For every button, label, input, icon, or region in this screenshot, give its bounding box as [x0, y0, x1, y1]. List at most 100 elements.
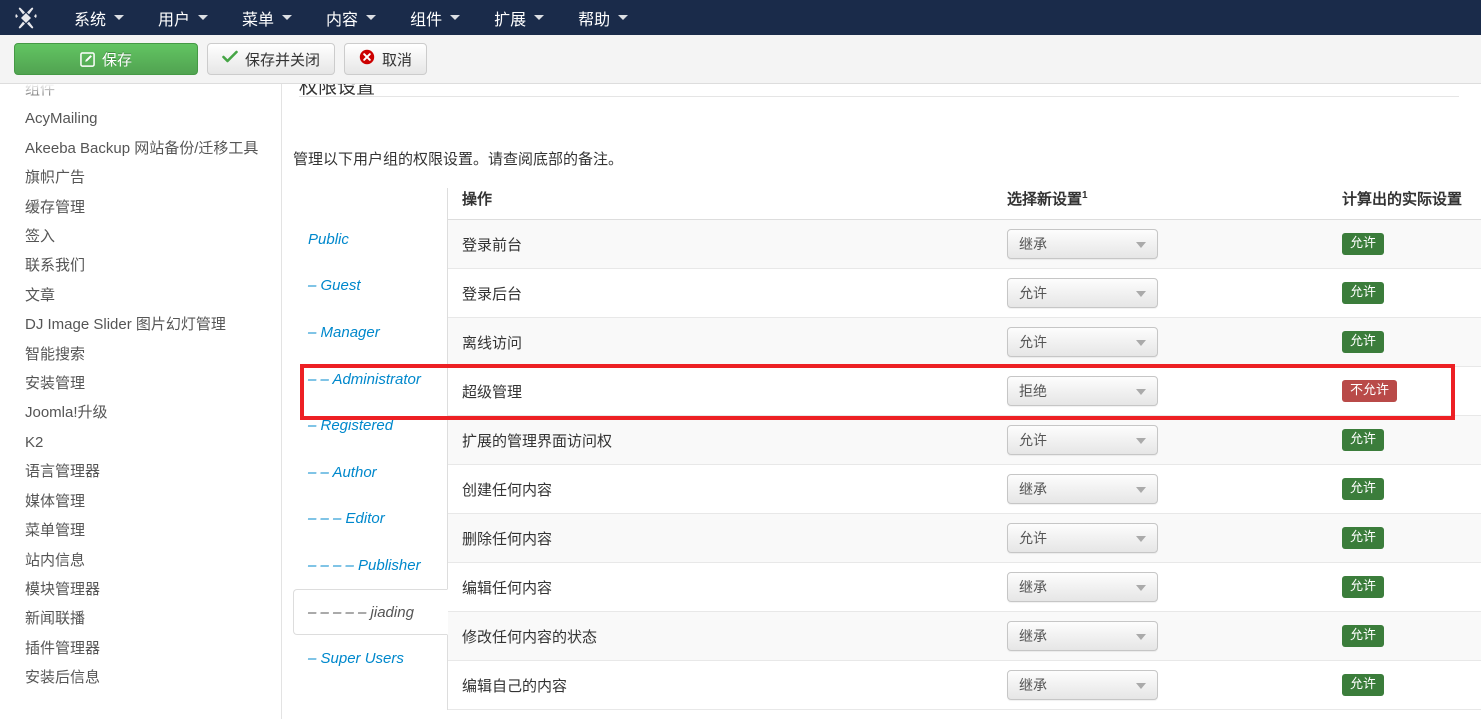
table-row: 编辑任何内容 继承 允许 — [448, 562, 1481, 612]
chevron-down-icon — [114, 15, 125, 20]
group-tab-4[interactable]: – Registered — [293, 402, 448, 449]
chevron-down-icon — [366, 15, 377, 20]
permission-select-value: 继承 — [1019, 481, 1047, 497]
cell-action: 创建任何内容 — [448, 464, 993, 514]
panel-description: 管理以下用户组的权限设置。请查阅底部的备注。 — [293, 151, 624, 168]
group-tab-9[interactable]: – Super Users — [293, 635, 448, 682]
chevron-down-icon — [1136, 340, 1146, 346]
nav-item-users[interactable]: 用户 — [141, 0, 225, 35]
group-tab-1[interactable]: – Guest — [293, 263, 448, 310]
save-button[interactable]: 保存 — [14, 43, 198, 75]
sidebar-item-19[interactable]: 插件管理器 — [25, 634, 265, 663]
sidebar-item-4[interactable]: 缓存管理 — [25, 193, 265, 222]
permission-select[interactable]: 继承 — [1007, 474, 1158, 504]
group-tab-8[interactable]: – – – – – jiading — [293, 588, 448, 636]
sidebar-item-8[interactable]: DJ Image Slider 图片幻灯管理 — [25, 310, 265, 339]
nav-label: 帮助 — [578, 11, 611, 29]
joomla-logo-icon[interactable] — [13, 5, 39, 31]
sidebar-item-15[interactable]: 菜单管理 — [25, 516, 265, 545]
chevron-down-icon — [450, 15, 461, 20]
column-header-new-setting: 选择新设置1 — [993, 188, 1328, 220]
group-tab-label: – Registered — [308, 417, 394, 435]
permission-select[interactable]: 拒绝 — [1007, 376, 1158, 406]
cancel-button[interactable]: 取消 — [344, 43, 428, 75]
sidebar-item-1[interactable]: AcyMailing — [25, 104, 265, 133]
status-badge: 允许 — [1342, 527, 1385, 549]
permission-select-value: 继承 — [1019, 628, 1047, 644]
nav-item-components[interactable]: 组件 — [393, 0, 477, 35]
nav-item-menus[interactable]: 菜单 — [225, 0, 309, 35]
sidebar-item-3[interactable]: 旗帜广告 — [25, 163, 265, 192]
sidebar-item-18[interactable]: 新闻联播 — [25, 604, 265, 633]
check-icon — [222, 50, 238, 68]
group-tab-7[interactable]: – – – – Publisher — [293, 542, 448, 589]
permissions-panel: Public – Guest – Manager – – Administrator –… — [293, 188, 1481, 710]
status-badge: 允许 — [1342, 576, 1385, 598]
permission-select[interactable]: 允许 — [1007, 278, 1158, 308]
column-header-action: 操作 — [448, 188, 993, 220]
cell-calculated-setting: 不允许 — [1328, 366, 1481, 416]
nav-label: 内容 — [326, 11, 359, 29]
permission-select-value: 允许 — [1019, 285, 1047, 301]
status-badge: 允许 — [1342, 331, 1385, 353]
nav-item-content[interactable]: 内容 — [309, 0, 393, 35]
sidebar-item-9[interactable]: 智能搜索 — [25, 340, 265, 369]
cell-action: 登录前台 — [448, 219, 993, 269]
permission-select-value: 允许 — [1019, 334, 1047, 350]
cell-action: 删除任何内容 — [448, 513, 993, 563]
sidebar-item-10[interactable]: 安装管理 — [25, 369, 265, 398]
status-badge: 允许 — [1342, 674, 1385, 696]
group-tab-label: – Manager — [308, 323, 380, 341]
chevron-down-icon — [198, 15, 209, 20]
sidebar-item-7[interactable]: 文章 — [25, 281, 265, 310]
permission-select-value: 继承 — [1019, 677, 1047, 693]
status-badge: 允许 — [1342, 429, 1385, 451]
cancel-button-label: 取消 — [382, 51, 413, 69]
group-tab-6[interactable]: – – – Editor — [293, 496, 448, 543]
sidebar-item-20[interactable]: 安装后信息 — [25, 663, 265, 692]
pencil-square-icon — [80, 51, 95, 67]
permission-select[interactable]: 允许 — [1007, 523, 1158, 553]
permission-select[interactable]: 继承 — [1007, 229, 1158, 259]
nav-item-system[interactable]: 系统 — [57, 0, 141, 35]
permission-select[interactable]: 继承 — [1007, 572, 1158, 602]
status-badge: 不允许 — [1342, 380, 1398, 402]
permission-select[interactable]: 继承 — [1007, 670, 1158, 700]
permission-select[interactable]: 允许 — [1007, 425, 1158, 455]
table-head: 操作 选择新设置1 计算出的实际设置 — [448, 188, 1481, 220]
table-row: 删除任何内容 允许 允许 — [448, 513, 1481, 563]
group-tab-label: – – Administrator — [308, 370, 421, 388]
permission-select[interactable]: 继承 — [1007, 621, 1158, 651]
group-tab-5[interactable]: – – Author — [293, 449, 448, 496]
sidebar-item-13[interactable]: 语言管理器 — [25, 457, 265, 486]
sidebar-item-17[interactable]: 模块管理器 — [25, 575, 265, 604]
sidebar-item-16[interactable]: 站内信息 — [25, 546, 265, 575]
nav-item-extensions[interactable]: 扩展 — [477, 0, 561, 35]
save-button-label: 保存 — [101, 51, 132, 69]
sidebar-item-list: 组件 AcyMailing Akeeba Backup 网站备份/迁移工具 旗帜广告缓… — [0, 84, 281, 693]
chevron-down-icon — [1136, 487, 1146, 493]
group-tab-2[interactable]: – Manager — [293, 309, 448, 356]
chevron-down-icon — [1136, 242, 1146, 248]
action-toolbar: 保存 保存并关闭 取消 — [0, 35, 1481, 84]
sidebar-item-2[interactable]: Akeeba Backup 网站备份/迁移工具 — [25, 134, 265, 163]
cell-new-setting: 允许 — [993, 513, 1328, 563]
group-tab-label: – Super Users — [308, 650, 404, 668]
cell-action: 编辑自己的内容 — [448, 660, 993, 710]
save-and-close-button[interactable]: 保存并关闭 — [207, 43, 336, 75]
group-tab-3[interactable]: – – Administrator — [293, 356, 448, 403]
sidebar-item-0[interactable]: 组件 — [25, 84, 265, 104]
nav-item-help[interactable]: 帮助 — [561, 0, 645, 35]
sidebar-item-5[interactable]: 签入 — [25, 222, 265, 251]
user-group-tabs: Public – Guest – Manager – – Administrator –… — [293, 188, 448, 710]
sidebar-item-14[interactable]: 媒体管理 — [25, 487, 265, 516]
sidebar-item-11[interactable]: Joomla!升级 — [25, 398, 265, 427]
sidebar-item-12[interactable]: K2 — [25, 428, 265, 457]
chevron-down-icon — [282, 15, 293, 20]
permission-select[interactable]: 允许 — [1007, 327, 1158, 357]
group-tab-0[interactable]: Public — [293, 216, 448, 263]
chevron-down-icon — [1136, 536, 1146, 542]
chevron-down-icon — [1136, 683, 1146, 689]
table-row: 修改任何内容的状态 继承 允许 — [448, 611, 1481, 661]
sidebar-item-6[interactable]: 联系我们 — [25, 251, 265, 280]
